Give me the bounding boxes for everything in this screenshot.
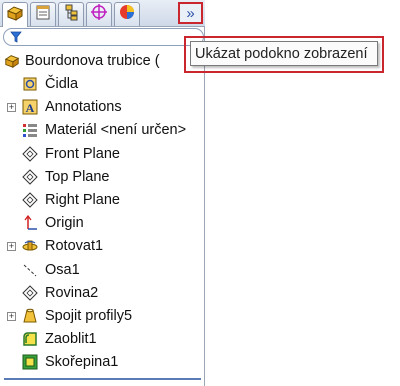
tree-item-label: Right Plane — [45, 192, 120, 208]
tree-item-label: Materiál <není určen> — [45, 122, 187, 139]
tab-display-manager[interactable] — [114, 2, 140, 26]
material-icon — [22, 122, 38, 138]
tree-item[interactable]: Osa1 — [0, 259, 205, 281]
part-icon — [4, 53, 20, 69]
plane-icon — [22, 145, 38, 162]
tree-item[interactable]: Skořepina1 — [0, 351, 205, 373]
axis-icon — [22, 262, 38, 278]
tree-item[interactable]: Rovina2 — [0, 282, 205, 304]
expand-toggle[interactable]: + — [7, 102, 16, 112]
root-label: Bourdonova trubice ( — [25, 53, 160, 69]
tree-item[interactable]: Materiál <není určen> — [0, 119, 205, 141]
tree-item-label: Čidla — [45, 76, 79, 92]
tree-item-label: Skořepina1 — [45, 354, 119, 371]
shell-icon — [22, 354, 38, 370]
tree-item[interactable]: Top Plane — [0, 166, 205, 188]
sensors-icon — [22, 76, 38, 92]
loft-icon — [22, 308, 38, 324]
tree-filter-input[interactable] — [3, 28, 204, 46]
tab-dimxpert-manager[interactable] — [86, 2, 112, 26]
tree-item[interactable]: Right Plane — [0, 189, 205, 211]
tree-item-label: Origin — [45, 215, 84, 232]
plane-icon — [22, 192, 38, 208]
tooltip-highlight: Ukázat podokno zobrazení — [184, 36, 384, 73]
plane-icon — [22, 169, 38, 185]
tab-configuration-manager[interactable] — [58, 2, 84, 26]
tree-item-label: Top Plane — [45, 168, 110, 185]
annotations-icon: A — [22, 99, 38, 115]
expand-toggle[interactable]: + — [7, 241, 16, 251]
tree-item[interactable]: + A Annotations — [0, 96, 205, 118]
tooltip-text: Ukázat podokno zobrazení — [195, 45, 368, 62]
display-manager-icon — [118, 3, 136, 26]
tree-bottom-divider — [4, 378, 201, 380]
plane-icon — [22, 285, 38, 301]
tree-item-label: Rovina2 — [45, 284, 99, 301]
show-display-pane-button[interactable]: » — [178, 2, 203, 24]
double-chevron-right-icon: » — [186, 4, 195, 22]
tree-item[interactable]: Zaoblit1 — [0, 328, 205, 350]
tree-root-item[interactable]: Bourdonova trubice ( — [0, 50, 205, 72]
feature-manager-panel: » Bourdonova trubice ( Čidla + A Annotation… — [0, 0, 205, 386]
tooltip: Ukázat podokno zobrazení — [190, 41, 378, 66]
tree-item-label: Front Plane — [45, 145, 120, 162]
expand-toggle[interactable]: + — [7, 311, 16, 321]
fillet-icon — [22, 331, 38, 347]
tree-item[interactable]: + Spojit profily5 — [0, 305, 205, 327]
dimxpert-manager-icon — [90, 3, 108, 26]
tree-item-label: Spojit profily5 — [45, 308, 133, 324]
revolve-icon — [22, 238, 38, 254]
tree-item[interactable]: Front Plane — [0, 143, 205, 165]
property-manager-icon — [34, 3, 52, 26]
origin-icon — [22, 215, 38, 231]
tree-item[interactable]: Origin — [0, 212, 205, 234]
tree-item-label: Annotations — [45, 99, 122, 116]
tree-item[interactable]: Čidla — [0, 73, 205, 95]
tree-item-label: Rotovat1 — [45, 238, 104, 255]
manager-tab-bar: » — [0, 0, 205, 27]
tree-item-label: Zaoblit1 — [45, 331, 97, 348]
svg-text:A: A — [26, 101, 35, 115]
filter-row — [0, 27, 205, 47]
funnel-filter-icon — [10, 31, 22, 43]
feature-manager-icon — [6, 4, 24, 27]
tree-item-label: Osa1 — [45, 261, 80, 278]
tab-feature-manager[interactable] — [2, 2, 28, 27]
configuration-manager-icon — [62, 3, 80, 26]
tab-property-manager[interactable] — [30, 2, 56, 26]
tree-item[interactable]: + Rotovat1 — [0, 235, 205, 257]
